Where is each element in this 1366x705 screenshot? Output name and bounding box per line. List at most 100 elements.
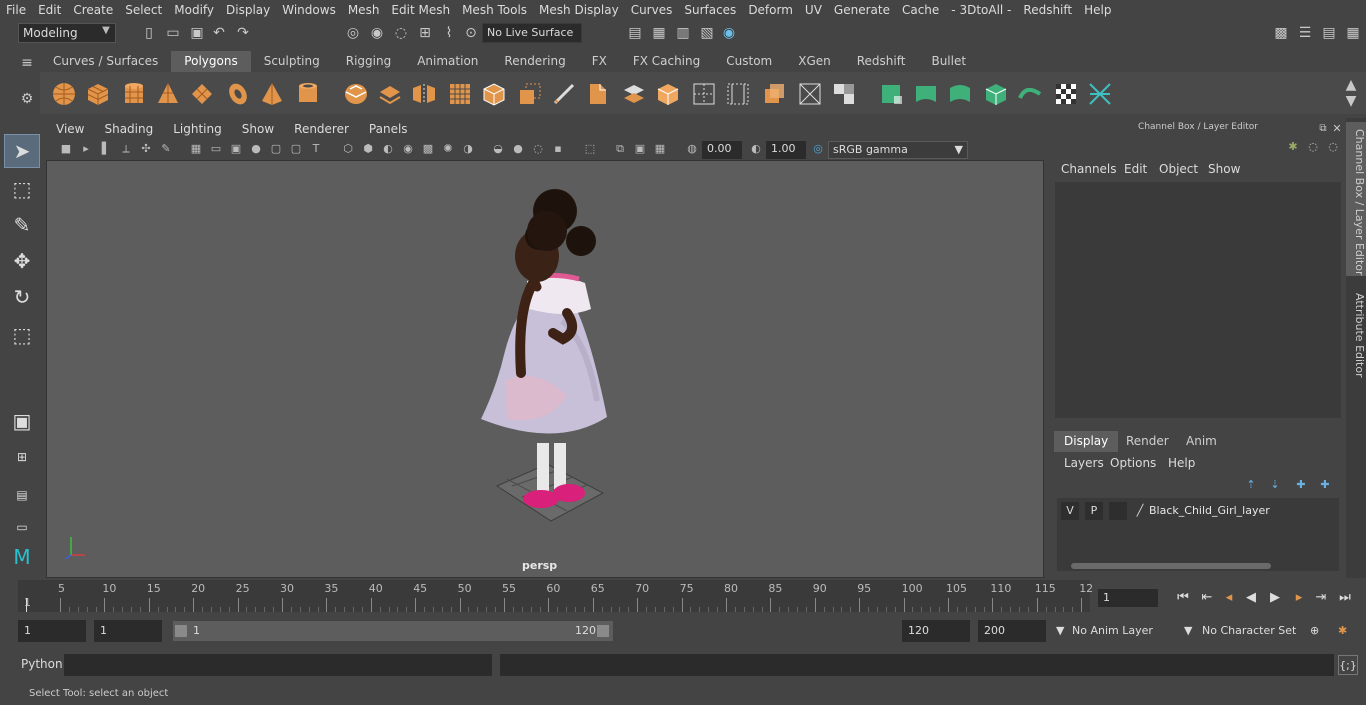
channel-box-toggle-icon[interactable]: ▦ xyxy=(1344,24,1362,42)
edit-menu[interactable]: Edit xyxy=(1124,162,1147,176)
go-to-end-icon[interactable]: ⏭ xyxy=(1336,588,1354,608)
render-settings-icon[interactable]: ▧ xyxy=(698,24,716,42)
menu-uv[interactable]: UV xyxy=(799,3,828,17)
hypershade-icon[interactable]: ◉ xyxy=(720,24,738,42)
menu-mesh[interactable]: Mesh xyxy=(342,3,386,17)
shelf-tab-bullet[interactable]: Bullet xyxy=(918,51,979,72)
exposure-icon[interactable]: ▦ xyxy=(652,141,668,157)
new-layer-icon[interactable]: ✚ xyxy=(1292,476,1310,494)
select-by-object-icon[interactable]: ◉ xyxy=(368,24,386,42)
range-slider[interactable]: 1 120 xyxy=(173,621,613,641)
grease-pencil-icon[interactable]: ✎ xyxy=(158,141,174,157)
layer-row[interactable]: V P ╱ Black_Child_Girl_layer xyxy=(1059,502,1337,520)
resolution-gate-icon[interactable]: ▣ xyxy=(228,141,244,157)
lasso-tool-icon[interactable]: ⬚ xyxy=(4,172,40,206)
play-forwards-icon[interactable]: ▶ xyxy=(1266,588,1284,608)
wireframe-on-shaded-icon[interactable]: ◐ xyxy=(380,141,396,157)
separate-icon[interactable] xyxy=(376,80,404,108)
command-input[interactable] xyxy=(64,654,492,676)
reduce-icon[interactable] xyxy=(480,80,508,108)
target-weld-icon[interactable] xyxy=(724,80,752,108)
new-scene-icon[interactable]: ▯ xyxy=(140,24,158,42)
step-forward-frame-icon[interactable]: ▸ xyxy=(1290,588,1308,608)
playback-start-field[interactable]: 1 xyxy=(94,620,162,642)
menu-generate[interactable]: Generate xyxy=(828,3,896,17)
viewport-menu-renderer[interactable]: Renderer xyxy=(284,122,359,136)
workspace-icon[interactable]: ▩ xyxy=(1272,24,1290,42)
shelf-tab-fx-caching[interactable]: FX Caching xyxy=(620,51,713,72)
wireframe-icon[interactable]: ⬡ xyxy=(340,141,356,157)
help-menu[interactable]: Help xyxy=(1168,456,1195,470)
menu-curves[interactable]: Curves xyxy=(625,3,679,17)
xray-joints-icon[interactable]: ⧉ xyxy=(612,141,628,157)
uv-cube-icon[interactable] xyxy=(982,80,1010,108)
menu-create[interactable]: Create xyxy=(67,3,119,17)
grid-icon[interactable]: ▦ xyxy=(188,141,204,157)
move-layer-up-icon[interactable]: ⇡ xyxy=(1242,476,1260,494)
menu-file[interactable]: File xyxy=(0,3,32,17)
shelf-tab-custom[interactable]: Custom xyxy=(713,51,785,72)
python-label[interactable]: Python xyxy=(18,652,63,678)
checker-icon[interactable] xyxy=(1052,80,1080,108)
snap-point-icon[interactable]: ⊙ xyxy=(462,24,480,42)
playback-end-field[interactable]: 120 xyxy=(902,620,970,642)
rotate-tool-icon[interactable]: ↻ xyxy=(4,280,40,314)
bridge-icon[interactable] xyxy=(620,80,648,108)
perspective-viewport[interactable]: persp xyxy=(46,160,1044,578)
poly-sphere-icon[interactable] xyxy=(50,80,78,108)
shelf-scroll-down-icon[interactable]: ▼ xyxy=(1342,92,1360,110)
shelf-settings-icon[interactable]: ⚙ xyxy=(18,90,36,108)
color-management-icon[interactable]: ◎ xyxy=(810,141,826,157)
scene-end-field[interactable]: 200 xyxy=(978,620,1046,642)
persp-graph-layout-icon[interactable]: ▭ xyxy=(4,510,40,544)
gamma-field[interactable]: 1.00 xyxy=(766,141,806,159)
viewport-menu-panels[interactable]: Panels xyxy=(359,122,418,136)
isolate-select-icon[interactable]: ▪ xyxy=(550,141,566,157)
select-tool-icon[interactable]: ➤ xyxy=(4,134,40,168)
layer-playback-toggle[interactable]: P xyxy=(1085,502,1103,520)
shelf-tab-redshift[interactable]: Redshift xyxy=(844,51,919,72)
four-view-layout-icon[interactable]: ⊞ xyxy=(4,440,40,474)
close-icon[interactable]: ✕ xyxy=(1328,120,1346,138)
step-back-frame-icon[interactable]: ◂ xyxy=(1220,588,1238,608)
character-set-dropdown[interactable]: No Character Set xyxy=(1198,621,1302,641)
extrude-icon[interactable] xyxy=(516,80,544,108)
color-space-dropdown[interactable]: sRGB gamma ▼ xyxy=(828,141,968,159)
menu-select[interactable]: Select xyxy=(119,3,168,17)
uv-unfold-icon[interactable] xyxy=(1016,80,1044,108)
anti-aliasing-icon[interactable]: ● xyxy=(510,141,526,157)
move-tool-icon[interactable]: ✥ xyxy=(4,244,40,278)
speed-icon[interactable]: ◌ xyxy=(1304,138,1322,156)
tab-channel-box[interactable]: Channel Box / Layer Editor xyxy=(1346,122,1366,276)
persp-outliner-layout-icon[interactable]: ▤ xyxy=(4,478,40,512)
automatic-mapping-icon[interactable] xyxy=(796,80,824,108)
field-chart-icon[interactable]: ▢ xyxy=(268,141,284,157)
current-frame-field[interactable]: 1 xyxy=(1098,589,1158,607)
scale-tool-icon[interactable]: ⬚ xyxy=(4,318,40,352)
menu-deform[interactable]: Deform xyxy=(742,3,799,17)
layer-display-type-toggle[interactable] xyxy=(1109,502,1127,520)
motion-blur-icon[interactable]: ◒ xyxy=(490,141,506,157)
textured-icon[interactable]: ◉ xyxy=(400,141,416,157)
exposure-field[interactable]: 0.00 xyxy=(702,141,742,159)
bookmark-icon[interactable]: ▌ xyxy=(98,141,114,157)
shelf-menu-icon[interactable]: ≡ xyxy=(18,54,36,72)
new-layer-selected-icon[interactable]: ✚ xyxy=(1316,476,1334,494)
tool-settings-toggle-icon[interactable]: ▤ xyxy=(1320,24,1338,42)
move-layer-down-icon[interactable]: ⇣ xyxy=(1266,476,1284,494)
smooth-icon[interactable] xyxy=(446,80,474,108)
planar-mapping-icon[interactable] xyxy=(760,80,788,108)
shelf-tab-fx[interactable]: FX xyxy=(579,51,620,72)
shelf-tab-rigging[interactable]: Rigging xyxy=(333,51,404,72)
mesh-select-icon[interactable] xyxy=(878,80,906,108)
range-end-handle[interactable] xyxy=(597,625,609,637)
xray-icon[interactable]: ⬚ xyxy=(582,141,598,157)
script-editor-icon[interactable]: {;} xyxy=(1338,655,1358,675)
safe-action-icon[interactable]: ▢ xyxy=(288,141,304,157)
ipr-render-icon[interactable]: ▥ xyxy=(674,24,692,42)
render-view-icon[interactable]: ▤ xyxy=(626,24,644,42)
layer-color-icon[interactable]: ╱ xyxy=(1131,502,1149,520)
menu-cache[interactable]: Cache xyxy=(896,3,945,17)
shelf-tab-polygons[interactable]: Polygons xyxy=(171,51,251,72)
shelf-tab-animation[interactable]: Animation xyxy=(404,51,491,72)
